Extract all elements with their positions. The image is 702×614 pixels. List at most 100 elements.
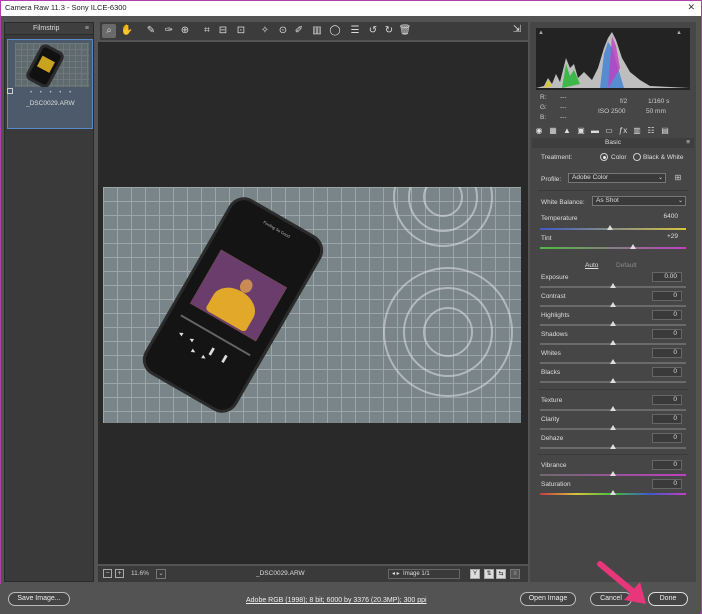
vibrance-value[interactable]: 0 [652, 460, 682, 470]
straighten-icon[interactable]: ⊟ [216, 24, 230, 38]
transform-icon[interactable]: ⊡ [234, 24, 248, 38]
slider-thumb[interactable] [610, 378, 616, 383]
tint-slider[interactable] [540, 244, 686, 249]
before-after-y-icon[interactable]: Y [470, 569, 480, 579]
zoom-dropdown[interactable]: ⌄ [156, 569, 166, 579]
open-image-button[interactable]: Open Image [520, 592, 576, 606]
radial-filter-icon[interactable]: ◯ [328, 24, 342, 38]
g-label: G: [540, 104, 547, 111]
image-canvas[interactable]: Feeling So Good ◂◂ ❚❚ ▸▸ [98, 42, 528, 564]
filmstrip-menu-icon[interactable]: ≡ [85, 25, 89, 32]
rating-stars[interactable]: • • • • • [30, 90, 74, 96]
temperature-slider[interactable] [540, 225, 686, 230]
delete-icon[interactable]: 🗑 [398, 24, 412, 38]
profile-select[interactable]: Adobe Color ⌄ [568, 173, 666, 183]
white-balance-label: White Balance: [541, 199, 585, 206]
panel-menu-icon[interactable]: ≡ [686, 138, 690, 148]
slider-thumb[interactable] [610, 406, 616, 411]
snapshots-tab-icon[interactable]: ▤ [660, 126, 670, 136]
thumbnail-filename: _DSC0029.ARW [26, 100, 75, 107]
fx-tab-icon[interactable]: ƒx [618, 126, 628, 136]
zoom-out-button[interactable]: − [103, 569, 112, 578]
clarity-value[interactable]: 0 [652, 414, 682, 424]
whites-slider[interactable] [540, 359, 686, 364]
tint-value[interactable]: +29 [652, 233, 682, 243]
contrast-slider[interactable] [540, 302, 686, 307]
default-button[interactable]: Default [616, 262, 637, 269]
basic-section-title: Basic [605, 139, 621, 146]
shadow-clipping-icon[interactable]: ▲ [538, 30, 544, 36]
highlights-value[interactable]: 0 [652, 310, 682, 320]
color-sampler-icon[interactable]: ✑ [162, 24, 176, 38]
toggle-fullscreen-icon[interactable]: ⇲ [510, 24, 524, 38]
dehaze-slider[interactable] [540, 444, 686, 449]
highlights-slider[interactable] [540, 321, 686, 326]
hsl-tab-icon[interactable]: ▣ [576, 126, 586, 136]
workflow-options-link[interactable]: Adobe RGB (1998); 8 bit; 6000 by 3376 (2… [246, 597, 427, 604]
texture-value[interactable]: 0 [652, 395, 682, 405]
temperature-value[interactable]: 6400 [652, 213, 682, 223]
copy-settings-icon[interactable]: ⇆ [496, 569, 506, 579]
contrast-value[interactable]: 0 [652, 291, 682, 301]
lens-tab-icon[interactable]: ▭ [604, 126, 614, 136]
clarity-slider[interactable] [540, 425, 686, 430]
slider-thumb[interactable] [610, 340, 616, 345]
slider-thumb[interactable] [610, 444, 616, 449]
crop-icon[interactable]: ⌗ [200, 24, 214, 38]
target-adjustment-icon[interactable]: ⊕ [178, 24, 192, 38]
rotate-ccw-icon[interactable]: ↺ [366, 24, 380, 38]
zoom-in-button[interactable]: + [115, 569, 124, 578]
highlight-clipping-icon[interactable]: ▲ [676, 30, 682, 36]
rotate-cw-icon[interactable]: ↻ [382, 24, 396, 38]
white-balance-icon[interactable]: ✎ [144, 24, 158, 38]
slider-thumb[interactable] [610, 283, 616, 288]
split-toning-tab-icon[interactable]: ▬ [590, 126, 600, 136]
slider-thumb[interactable] [610, 321, 616, 326]
whites-value[interactable]: 0 [652, 348, 682, 358]
slider-thumb[interactable] [607, 225, 614, 230]
red-eye-icon[interactable]: ⊙ [276, 24, 290, 38]
shadows-slider[interactable] [540, 340, 686, 345]
slider-thumb[interactable] [610, 302, 616, 307]
filmstrip-thumbnail[interactable]: • • • • • _DSC0029.ARW [7, 39, 93, 129]
image-navigator[interactable]: ◂ ▸ Image 1/1 [388, 569, 460, 579]
slider-thumb[interactable] [610, 425, 616, 430]
close-icon[interactable]: ✕ [687, 2, 695, 13]
saturation-slider[interactable] [540, 490, 686, 495]
blacks-value[interactable]: 0 [652, 367, 682, 377]
profile-browser-icon[interactable]: ⊞ [672, 173, 684, 183]
save-image-button[interactable]: Save Image... [8, 592, 70, 606]
slider-thumb[interactable] [610, 471, 616, 476]
graduated-filter-icon[interactable]: ▥ [310, 24, 324, 38]
swap-settings-icon[interactable]: ⇅ [484, 569, 494, 579]
detail-tab-icon[interactable]: ▲ [562, 126, 572, 136]
panel-tabs: ◉ ▦ ▲ ▣ ▬ ▭ ƒx ▥ ☷ ▤ [532, 124, 694, 138]
preferences-icon[interactable]: ☰ [348, 24, 362, 38]
basic-tab-icon[interactable]: ◉ [534, 126, 544, 136]
zoom-icon[interactable]: ⌕ [102, 24, 116, 38]
exposure-value[interactable]: 0.00 [652, 272, 682, 282]
texture-slider[interactable] [540, 406, 686, 411]
slider-thumb[interactable] [610, 490, 616, 495]
treatment-bw-radio[interactable] [633, 153, 641, 161]
auto-button[interactable]: Auto [585, 262, 598, 269]
presets-tab-icon[interactable]: ☷ [646, 126, 656, 136]
white-balance-select[interactable]: As Shot ⌄ [592, 196, 686, 206]
vibrance-slider[interactable] [540, 471, 686, 476]
slider-thumb[interactable] [610, 359, 616, 364]
exposure-slider[interactable] [540, 283, 686, 288]
slider-thumb[interactable] [630, 244, 637, 249]
saturation-value[interactable]: 0 [652, 479, 682, 489]
shadows-value[interactable]: 0 [652, 329, 682, 339]
adjustment-brush-icon[interactable]: ✐ [292, 24, 306, 38]
hand-icon[interactable]: ✋ [120, 24, 134, 38]
calibration-tab-icon[interactable]: ▥ [632, 126, 642, 136]
tone-curve-tab-icon[interactable]: ▦ [548, 126, 558, 136]
profile-label: Profile: [541, 176, 562, 183]
dehaze-value[interactable]: 0 [652, 433, 682, 443]
toggle-view-icon[interactable]: ≡ [510, 569, 520, 579]
spot-removal-icon[interactable]: ✧ [258, 24, 272, 38]
r-value: --- [560, 94, 567, 101]
blacks-slider[interactable] [540, 378, 686, 383]
treatment-color-radio[interactable] [600, 153, 608, 161]
